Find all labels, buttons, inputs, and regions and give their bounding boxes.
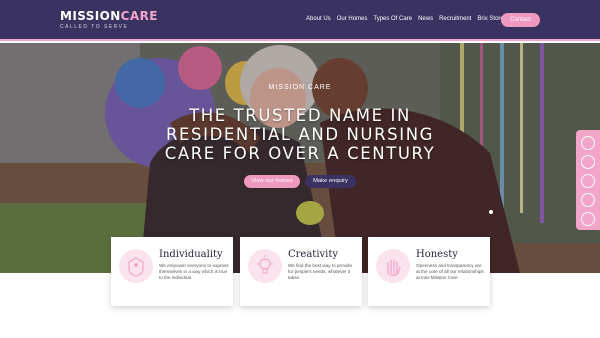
nav-recruitment[interactable]: Recruitment [439,16,471,22]
mail-icon[interactable] [581,212,595,226]
social-sidebar [576,130,600,230]
card-title: Honesty [416,249,458,260]
hero-title: THE TRUSTED NAME IN RESIDENTIAL AND NURS… [164,106,436,163]
value-card-creativity: Creativity We find the best way to provi… [240,237,362,306]
heart-icon[interactable] [581,193,595,207]
view-our-homes-button[interactable]: View our homes [244,175,300,188]
nav-types-of-care[interactable]: Types Of Care [373,16,412,22]
card-text: We find the best way to provide for peop… [288,263,353,281]
person-icon[interactable] [581,155,595,169]
card-title: Individuality [159,249,223,260]
nav-our-homes[interactable]: Our Homes [337,16,368,22]
card-title: Creativity [288,249,339,260]
value-card-individuality: Individuality We empower everyone to exp… [111,237,233,306]
page: MISSIONCARE CALLED TO SERVE About Us Our… [0,0,600,338]
logo[interactable]: MISSIONCARE CALLED TO SERVE [60,9,158,30]
card-text: Openness and transparency are at the cor… [416,263,484,281]
logo-care: CARE [120,9,158,23]
main-nav: About Us Our Homes Types Of Care News Re… [306,16,510,22]
hand-icon [376,249,410,283]
nav-news[interactable]: News [418,16,433,22]
make-enquiry-button[interactable]: Make enquiry [305,175,356,188]
location-icon[interactable] [581,174,595,188]
hero-tagline: MISSION CARE [268,84,332,91]
logo-wordmark: MISSIONCARE [60,9,158,23]
instagram-icon[interactable] [581,136,595,150]
site-header: MISSIONCARE CALLED TO SERVE About Us Our… [0,0,600,41]
individuality-icon [119,249,153,283]
logo-mission: MISSION [60,9,121,23]
lightbulb-icon [248,249,282,283]
logo-tagline: CALLED TO SERVE [60,24,129,30]
nav-about-us[interactable]: About Us [306,16,331,22]
slider-dot[interactable] [489,210,493,214]
card-text: We empower everyone to express themselve… [159,263,229,281]
nav-brix-store[interactable]: Brix Store [477,16,503,22]
contact-button[interactable]: Contact [501,13,540,27]
value-card-honesty: Honesty Openness and transparency are at… [368,237,490,306]
